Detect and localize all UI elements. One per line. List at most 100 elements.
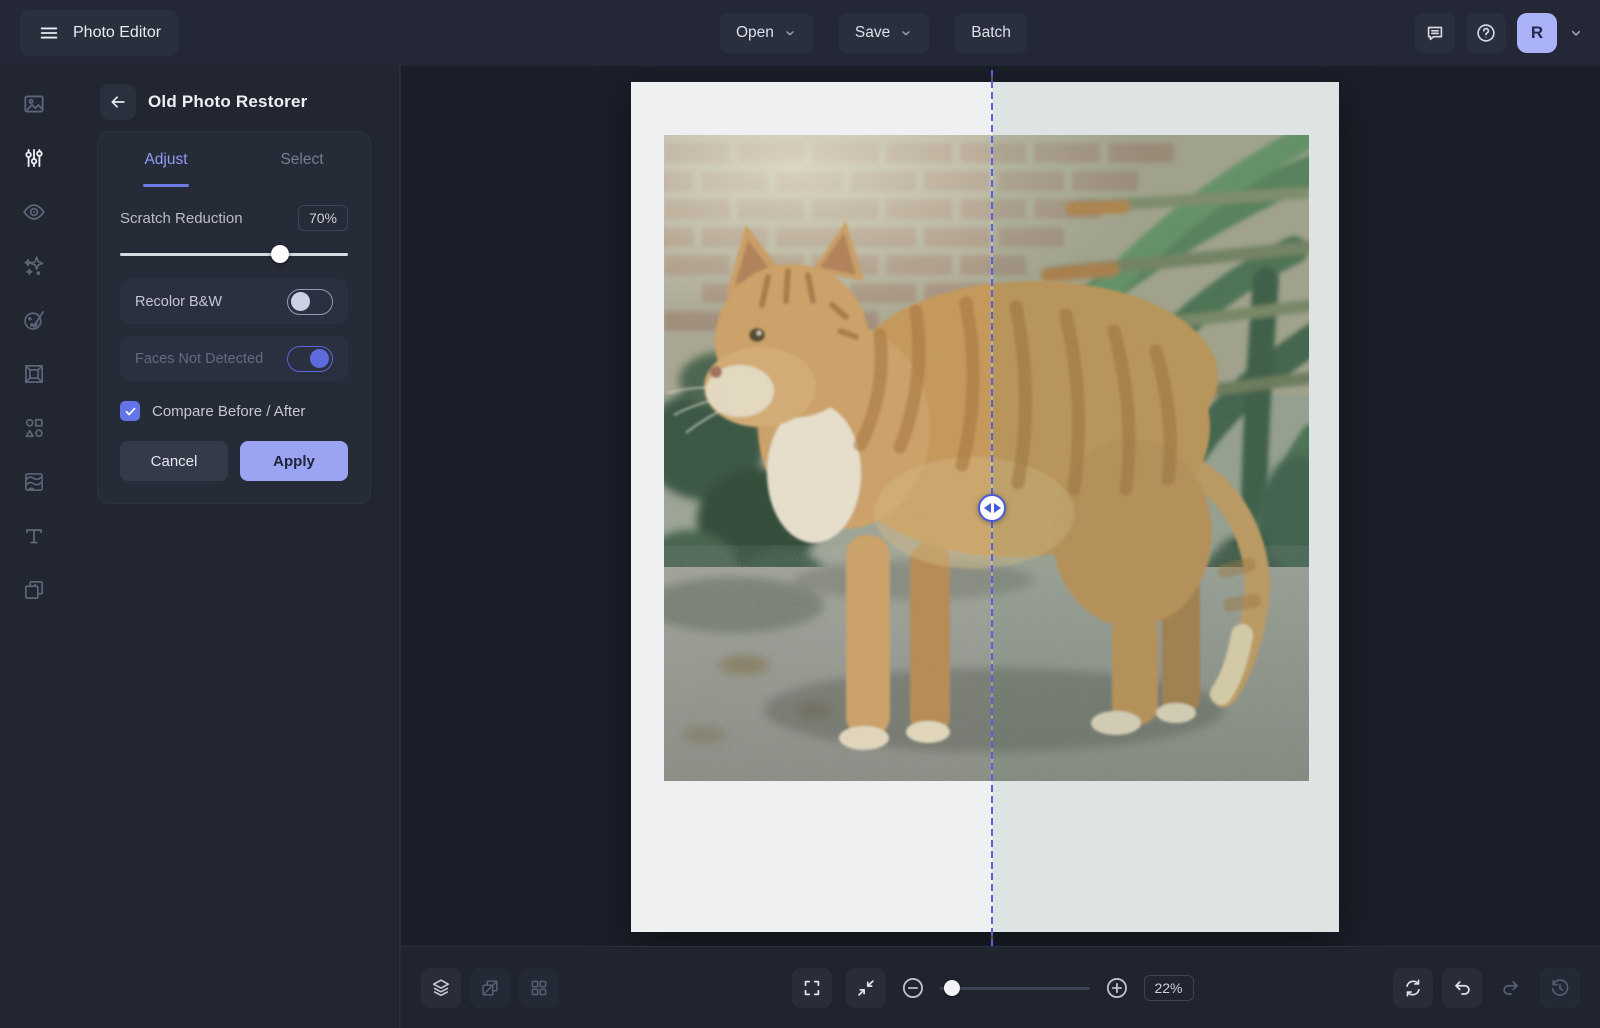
photo-editor-app: Photo Editor Open Save Batch R Old Photo… — [0, 0, 1600, 1028]
adjust-sliders-icon — [21, 145, 47, 171]
faces-label: Faces Not Detected — [135, 350, 264, 367]
compare-checkbox[interactable] — [120, 401, 140, 421]
open-button[interactable]: Open — [720, 13, 813, 53]
sidebar-item-layers[interactable] — [14, 570, 54, 610]
scratch-slider-knob[interactable] — [270, 245, 289, 263]
undo-icon — [1451, 977, 1473, 999]
tool-sidebar — [0, 66, 68, 1028]
sidebar-item-paint[interactable] — [14, 300, 54, 340]
tab-bar: Adjust Select — [98, 132, 370, 187]
cat-photo — [664, 135, 1309, 781]
fit-screen-button[interactable] — [845, 967, 886, 1008]
chevron-down-icon — [899, 26, 913, 40]
zoom-out-button[interactable] — [899, 975, 925, 1001]
batch-button[interactable]: Batch — [955, 13, 1027, 53]
account-chevron-down-icon[interactable] — [1568, 25, 1584, 41]
scratch-reduction-row: Scratch Reduction 70% — [120, 205, 348, 231]
grid-view-icon — [528, 977, 550, 999]
file-actions: Open Save Batch — [720, 13, 1027, 53]
sidebar-item-image[interactable] — [14, 84, 54, 124]
apply-button[interactable]: Apply — [240, 441, 348, 481]
fullscreen-button[interactable] — [791, 967, 832, 1008]
sidebar-item-elements[interactable] — [14, 408, 54, 448]
fullscreen-icon — [800, 977, 822, 999]
layers-icon — [430, 977, 452, 999]
tab-adjust[interactable]: Adjust — [98, 132, 234, 187]
save-button[interactable]: Save — [838, 13, 930, 53]
main-menu-button[interactable]: Photo Editor — [20, 10, 180, 56]
faces-row: Faces Not Detected — [120, 336, 348, 381]
chevron-down-icon — [783, 26, 797, 40]
layers-button[interactable] — [421, 967, 461, 1008]
feedback-button[interactable] — [1415, 13, 1455, 53]
frame-icon — [21, 361, 47, 387]
toggle-knob — [291, 291, 310, 311]
faces-toggle[interactable] — [287, 345, 333, 372]
reset-button[interactable] — [1393, 967, 1433, 1008]
check-icon — [124, 405, 137, 418]
scratch-reduction-value[interactable]: 70% — [297, 205, 348, 231]
arrow-left-icon — [983, 503, 991, 513]
help-button[interactable] — [1466, 13, 1506, 53]
compare-view-icon — [479, 977, 501, 999]
hamburger-icon — [38, 22, 60, 44]
cat-photo-illustration — [664, 135, 1309, 781]
recolor-bw-row: Recolor B&W — [120, 279, 348, 324]
texture-icon — [21, 469, 47, 495]
eye-icon — [21, 199, 47, 225]
sidebar-item-preview[interactable] — [14, 192, 54, 232]
scratch-reduction-label: Scratch Reduction — [120, 209, 243, 227]
top-bar: Photo Editor Open Save Batch R — [0, 0, 1600, 66]
back-button[interactable] — [100, 84, 136, 120]
bottom-bar: 22% — [401, 946, 1600, 1028]
old-photo-restorer-panel: Old Photo Restorer Adjust Select Scratch… — [68, 66, 400, 1028]
zoom-slider-knob[interactable] — [943, 979, 960, 996]
tab-select[interactable]: Select — [234, 132, 370, 187]
toggle-knob — [310, 348, 329, 368]
image-icon — [21, 91, 47, 117]
text-icon — [21, 523, 47, 549]
zoom-in-button[interactable] — [1103, 975, 1129, 1001]
sidebar-item-text[interactable] — [14, 516, 54, 556]
sidebar-item-frame[interactable] — [14, 354, 54, 394]
recolor-bw-toggle[interactable] — [287, 288, 333, 315]
zoom-slider[interactable] — [939, 979, 1090, 996]
scratch-reduction-slider[interactable] — [120, 245, 348, 263]
undo-button[interactable] — [1442, 967, 1482, 1008]
view-buttons — [421, 967, 559, 1008]
zoom-level-value[interactable]: 22% — [1143, 974, 1194, 1001]
avatar-initial: R — [1530, 23, 1544, 42]
compare-label: Compare Before / After — [152, 402, 306, 420]
shapes-icon — [21, 415, 47, 441]
compare-view-button[interactable] — [470, 967, 510, 1008]
history-button[interactable] — [1540, 967, 1580, 1008]
sidebar-item-effects[interactable] — [14, 246, 54, 286]
app-title: Photo Editor — [73, 24, 162, 41]
redo-button[interactable] — [1491, 968, 1531, 1008]
panel-actions: Cancel Apply — [120, 441, 348, 481]
reset-icon — [1402, 977, 1424, 999]
zoom-slider-track — [939, 986, 1090, 990]
restorer-card: Adjust Select Scratch Reduction 70% Reco… — [97, 131, 371, 504]
palette-icon — [21, 307, 47, 333]
avatar[interactable]: R — [1517, 13, 1557, 53]
history-icon — [1549, 977, 1571, 999]
slider-track — [120, 253, 348, 256]
sparkles-icon — [21, 253, 47, 279]
arrow-left-icon — [108, 92, 128, 112]
grid-view-button[interactable] — [519, 967, 559, 1008]
overlap-squares-icon — [21, 577, 47, 603]
top-right-actions: R — [1415, 13, 1584, 53]
panel-title: Old Photo Restorer — [148, 92, 308, 111]
sidebar-item-adjust[interactable] — [14, 138, 54, 178]
redo-icon — [1500, 977, 1522, 999]
canvas-area[interactable]: 22% — [400, 66, 1600, 1028]
compare-drag-handle[interactable] — [978, 494, 1006, 522]
zoom-controls: 22% — [791, 967, 1194, 1008]
fit-screen-icon — [854, 977, 876, 999]
cancel-button[interactable]: Cancel — [120, 441, 228, 481]
question-circle-icon — [1475, 22, 1497, 44]
speech-bubble-icon — [1424, 22, 1446, 44]
recolor-bw-label: Recolor B&W — [135, 293, 223, 310]
sidebar-item-filters[interactable] — [14, 462, 54, 502]
